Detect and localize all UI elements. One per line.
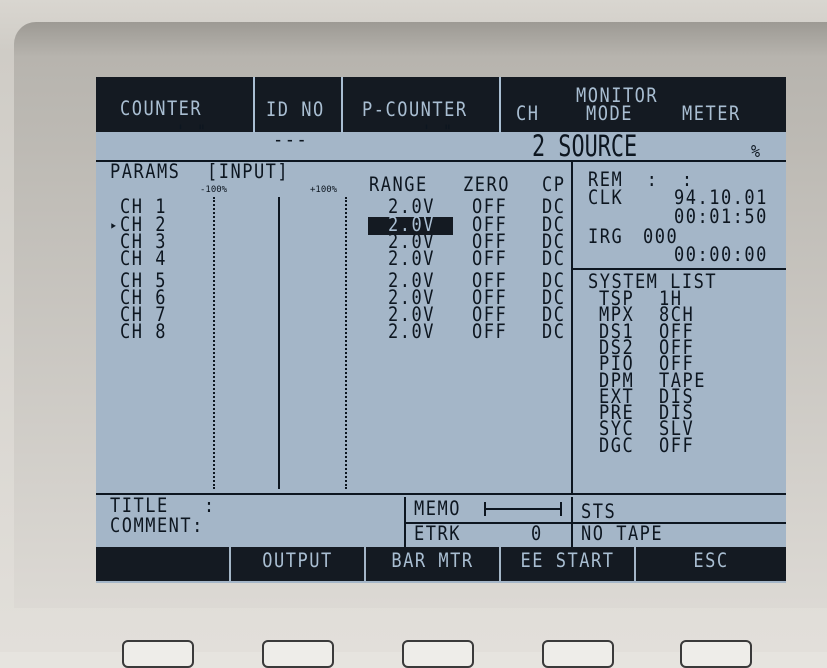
channel-8-coupling: DC bbox=[542, 320, 566, 344]
memo-label: MEMO bbox=[414, 497, 461, 521]
channel-4-range: 2.0V bbox=[388, 247, 435, 271]
pcounter-value: ' " bbox=[422, 120, 454, 142]
pcounter-label: P-COUNTER bbox=[362, 98, 468, 122]
softkey-1[interactable] bbox=[96, 547, 229, 581]
channel-4-zero: OFF bbox=[472, 247, 508, 271]
col-zero: ZERO bbox=[463, 173, 510, 197]
title-label: TITLE : bbox=[110, 494, 216, 518]
header-divider bbox=[253, 77, 255, 133]
scale-line-max bbox=[345, 197, 347, 489]
system-item-key: DGC bbox=[599, 434, 635, 458]
channel-4-coupling: DC bbox=[542, 247, 566, 271]
softkey-label: ESC bbox=[693, 549, 729, 573]
memo-gauge bbox=[484, 502, 562, 516]
irg-time: 00:00:00 bbox=[674, 243, 768, 267]
softkey-label: OUTPUT bbox=[262, 549, 333, 573]
header-divider bbox=[499, 77, 501, 133]
hardware-button-3[interactable] bbox=[402, 640, 474, 668]
scale-max: +100% bbox=[310, 185, 338, 195]
channel-8-label[interactable]: CH 8 bbox=[120, 322, 167, 342]
monitor-meter-label: METER bbox=[682, 102, 741, 126]
sts-value: NO TAPE bbox=[581, 522, 664, 546]
softkey-5[interactable]: ESC bbox=[636, 547, 786, 581]
channel-8-range: 2.0V bbox=[388, 320, 435, 344]
system-item-value: OFF bbox=[659, 434, 695, 458]
scale-min: -100% bbox=[200, 185, 228, 195]
panel-divider bbox=[571, 160, 573, 495]
hardware-button-2[interactable] bbox=[262, 640, 334, 668]
clk-label: CLK bbox=[588, 186, 624, 210]
monitor-mode-label: MODE bbox=[586, 102, 633, 126]
lcd-screen: COUNTER ID NO P-COUNTER MONITOR CH MODE … bbox=[96, 77, 786, 583]
softkey-2[interactable]: OUTPUT bbox=[231, 547, 364, 581]
irg-value: 000 bbox=[643, 225, 679, 249]
monitor-ch-label: CH bbox=[516, 102, 540, 126]
params-input: [INPUT] bbox=[207, 160, 290, 184]
irg-label: IRG bbox=[588, 225, 624, 249]
header-rule bbox=[96, 160, 786, 162]
counter-value: ' " bbox=[176, 120, 208, 142]
channel-2-range: 2.0V bbox=[388, 213, 435, 237]
source-value: 2 SOURCE bbox=[532, 128, 638, 164]
channel-8-zero: OFF bbox=[472, 320, 508, 344]
scale-line-min bbox=[213, 197, 215, 489]
col-range: RANGE bbox=[369, 173, 428, 197]
id-value: --- bbox=[273, 128, 309, 152]
sts-label: STS bbox=[581, 500, 617, 524]
id-label: ID NO bbox=[266, 98, 325, 122]
row-cursor: ▸ bbox=[110, 217, 119, 234]
softkey-label: BAR MTR bbox=[391, 549, 474, 573]
clk-time: 00:01:50 bbox=[674, 205, 768, 229]
etrk-label: ETRK bbox=[414, 522, 461, 546]
params-title: PARAMS bbox=[110, 160, 181, 184]
percent-sign: % bbox=[751, 140, 762, 162]
hardware-button-4[interactable] bbox=[542, 640, 614, 668]
hardware-button-1[interactable] bbox=[122, 640, 194, 668]
softkey-4[interactable]: EE START bbox=[501, 547, 634, 581]
scale-line-zero bbox=[278, 197, 280, 489]
col-cp: CP bbox=[542, 173, 566, 197]
etrk-value: 0 bbox=[531, 522, 543, 546]
channel-4-label[interactable]: CH 4 bbox=[120, 249, 167, 269]
header-divider bbox=[341, 77, 343, 133]
softkey-3[interactable]: BAR MTR bbox=[366, 547, 499, 581]
softkey-label: EE START bbox=[520, 549, 615, 573]
comment-label: COMMENT: bbox=[110, 514, 204, 538]
hardware-button-5[interactable] bbox=[680, 640, 752, 668]
counter-label: COUNTER bbox=[120, 97, 203, 121]
